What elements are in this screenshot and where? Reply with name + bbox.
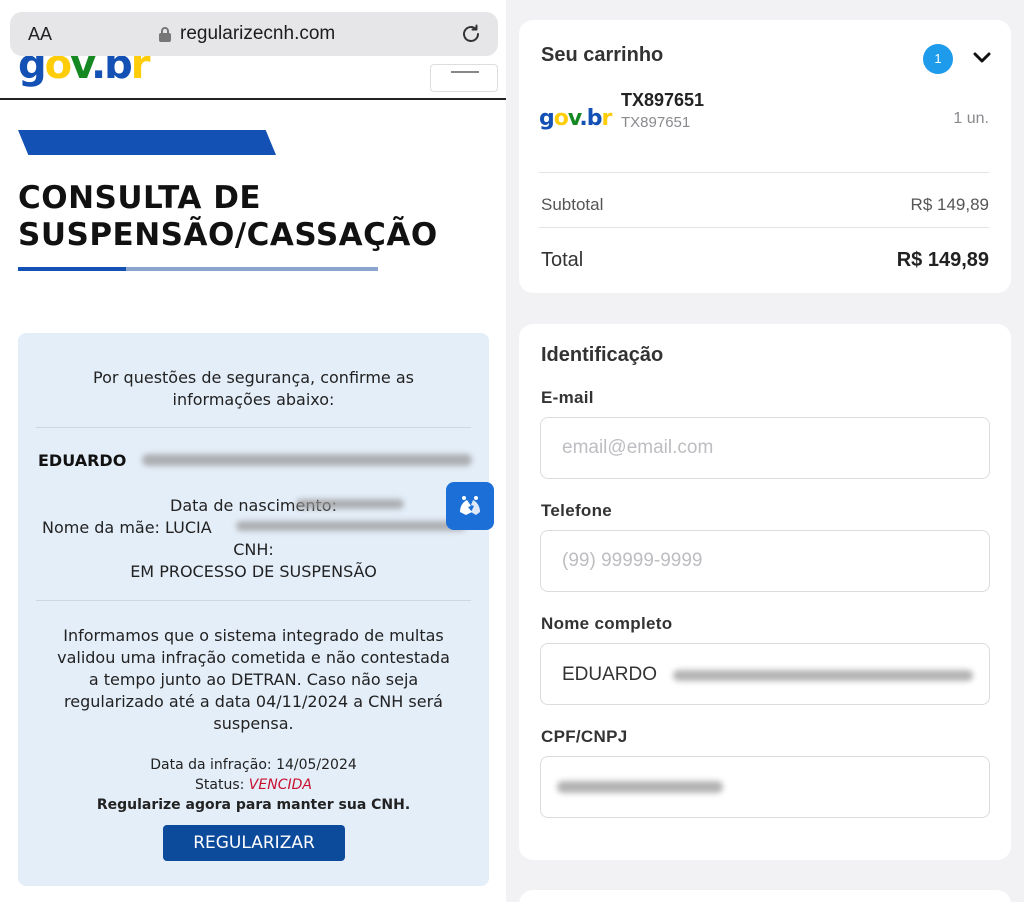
document-field[interactable] [540,756,990,818]
fullname-label: Nome completo [541,614,673,633]
text-size-button[interactable]: AA [28,24,52,45]
status-row: Status: VENCIDA [195,777,312,793]
total-value: R$ 149,89 [896,249,989,271]
total-label: Total [541,249,584,271]
next-panel [519,890,1011,902]
email-label: E-mail [541,388,594,407]
redacted-mother [236,521,466,531]
fullname-field[interactable]: EDUARDO [540,643,990,705]
redacted-document [557,781,723,793]
regularize-button[interactable]: REGULARIZAR [163,825,345,861]
divider [36,427,471,428]
menu-icon[interactable] [430,64,498,92]
sign-language-icon[interactable] [446,482,494,530]
subtotal-label: Subtotal [541,195,604,214]
divider [539,172,989,173]
document-label: CPF/CNPJ [541,727,628,746]
phone-label: Telefone [541,501,613,520]
item-logo: gov.br [539,106,612,131]
divider [36,600,471,601]
url-text[interactable]: regularizecnh.com [180,23,335,45]
browser-pane: AA regularizecnh.com gov.br CONSULTA DE … [0,0,506,902]
infraction-paragraph: Informamos que o sistema integrado de mu… [57,626,450,733]
split-divider [506,0,518,902]
gov-logo[interactable]: gov.br [18,56,150,88]
header-stripe [18,130,276,155]
subtotal-value: R$ 149,89 [910,195,989,214]
redacted-fullname [673,670,973,681]
item-name: TX897651 [621,90,705,110]
title-underline [18,267,378,271]
reload-icon[interactable] [460,23,482,45]
item-sku: TX897651 [621,114,691,131]
holder-name: EDUARDO [38,451,127,470]
email-field[interactable] [540,417,990,479]
screen: AA regularizecnh.com gov.br CONSULTA DE … [0,0,1024,902]
cnh-status: EM PROCESSO DE SUSPENSÃO [130,562,377,581]
chevron-down-icon[interactable] [973,51,991,65]
fullname-value: EDUARDO [562,664,658,685]
page-title: CONSULTA DE SUSPENSÃO/CASSAÇÃO [18,180,438,253]
address-bar[interactable]: AA regularizecnh.com [10,12,498,56]
redacted-birth [296,499,404,509]
phone-field[interactable] [540,530,990,592]
cart-panel: Seu carrinho 1 gov.br TX897651 TX897651 … [519,20,1011,293]
security-message: Por questões de segurança, confirme as i… [93,368,414,409]
notice-card: Por questões de segurança, confirme as i… [18,333,489,886]
status-value: VENCIDA [248,777,312,793]
site-header: gov.br [0,56,506,100]
call-to-action: Regularize agora para manter sua CNH. [96,797,411,813]
item-quantity: 1 un. [953,110,989,127]
redacted-name [142,454,472,466]
infraction-date: Data da infração: 14/05/2024 [150,757,357,773]
cart-count-badge: 1 [923,44,953,74]
divider [539,227,989,228]
cnh-row: CNH: [233,540,274,559]
lock-icon [159,27,171,42]
birth-date-row: Data de nascimento: [170,496,337,515]
cart-title: Seu carrinho [541,44,664,66]
identification-panel: Identificação E-mail Telefone Nome compl… [519,324,1011,860]
identification-title: Identificação [541,344,664,366]
